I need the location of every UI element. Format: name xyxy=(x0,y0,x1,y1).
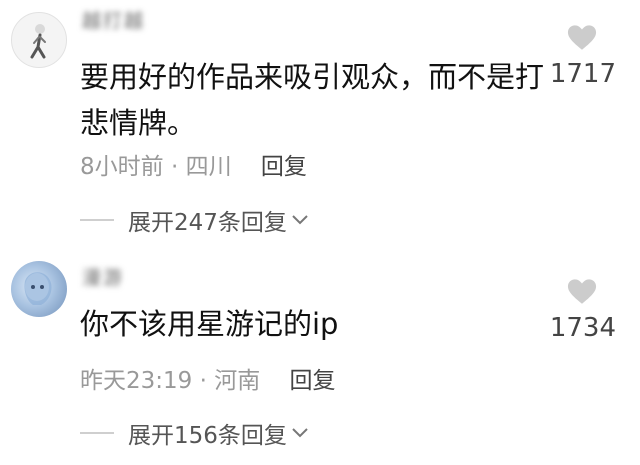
reply-button[interactable]: 回复 xyxy=(290,368,336,394)
expand-replies-label: 展开156条回复 xyxy=(128,423,287,449)
comment-meta: 8小时前 · 四川 回复 xyxy=(80,147,307,181)
username[interactable]: 漫游 xyxy=(82,263,124,290)
avatar[interactable] xyxy=(11,12,67,68)
avatar[interactable] xyxy=(11,261,67,317)
reply-button[interactable]: 回复 xyxy=(261,154,307,180)
chevron-down-icon xyxy=(292,215,308,225)
expand-replies-label: 展开247条回复 xyxy=(128,210,287,236)
comment-item: 漫游 你不该用星游记的ip 昨天23:19 · 河南 回复 展开156条回复 1… xyxy=(0,245,640,465)
comment-location: 四川 xyxy=(185,154,232,180)
comment-time: 8小时前 xyxy=(80,154,164,180)
heart-icon xyxy=(567,25,597,50)
expand-replies-button[interactable]: 展开156条回复 xyxy=(80,416,309,450)
avatar-figure-icon xyxy=(30,24,46,59)
like-button[interactable]: 1717 xyxy=(542,24,622,89)
comment-time: 昨天23:19 xyxy=(80,368,193,394)
meta-separator: · xyxy=(170,154,186,180)
like-button[interactable]: 1734 xyxy=(542,278,622,343)
expand-replies-button[interactable]: 展开247条回复 xyxy=(80,203,309,237)
comment-text: 要用好的作品来吸引观众，而不是打悲情牌。 xyxy=(80,60,545,140)
chevron-down-icon xyxy=(292,428,308,438)
avatar-figure-icon xyxy=(24,272,52,305)
divider xyxy=(80,432,114,434)
username[interactable]: 越打越 xyxy=(82,6,145,33)
like-count: 1717 xyxy=(549,59,616,89)
comment-meta: 昨天23:19 · 河南 回复 xyxy=(80,361,336,395)
comment-location: 河南 xyxy=(214,368,261,394)
heart-icon xyxy=(567,279,597,304)
meta-separator: · xyxy=(199,368,215,394)
divider xyxy=(80,219,114,221)
comment-item: 越打越 要用好的作品来吸引观众，而不是打悲情牌。 8小时前 · 四川 回复 展开… xyxy=(0,0,640,240)
comment-text: 你不该用星游记的ip xyxy=(80,307,339,341)
like-count: 1734 xyxy=(549,313,616,343)
